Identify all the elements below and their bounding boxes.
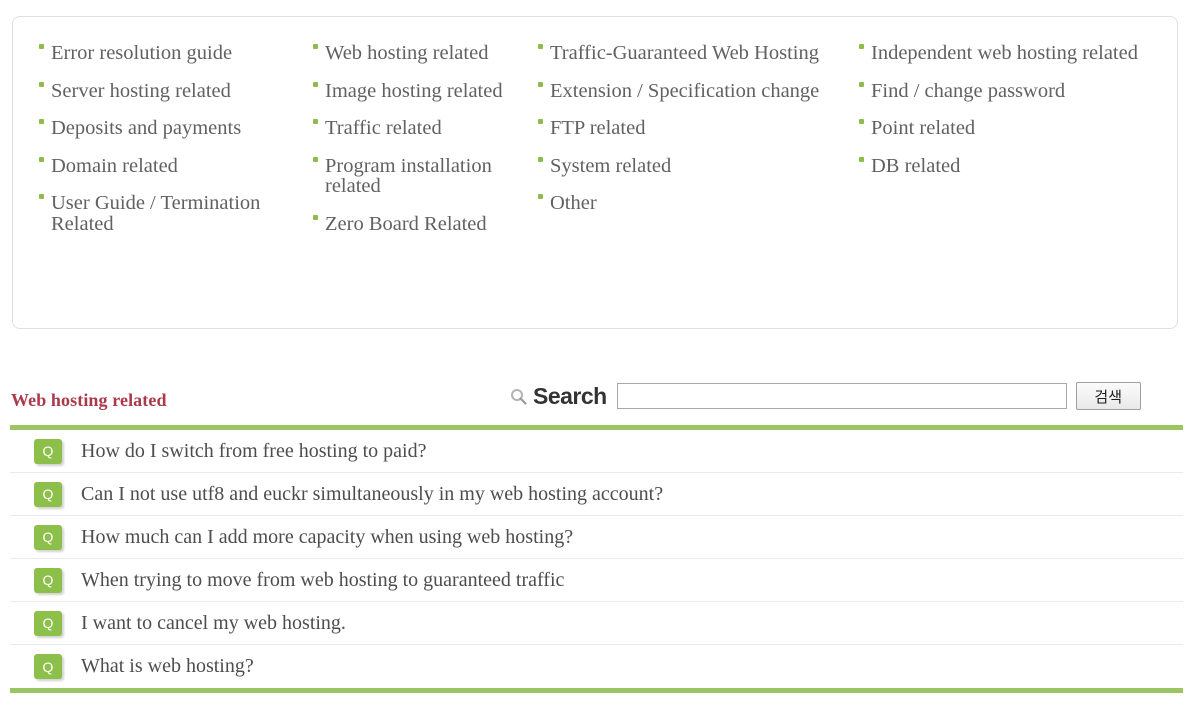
category-link-independent-web-hosting-related[interactable]: Independent web hosting related (859, 43, 1159, 64)
category-label: Independent web hosting related (871, 42, 1138, 64)
category-link-domain-related[interactable]: Domain related (39, 154, 307, 177)
search-input[interactable] (616, 383, 1067, 409)
category-label: FTP related (550, 117, 646, 139)
category-label: Extension / Specification change (550, 79, 820, 102)
faq-question-link[interactable]: I want to cancel my web hosting. (81, 612, 346, 635)
category-grid: Error resolution guide Server hosting re… (13, 17, 1177, 328)
category-panel: Error resolution guide Server hosting re… (12, 16, 1178, 329)
category-link-user-guide-termination-related[interactable]: User Guide / Termination Related (39, 193, 307, 234)
bullet-icon (39, 81, 44, 87)
bullet-icon (859, 156, 864, 162)
category-link-system-related[interactable]: System related (538, 154, 858, 177)
list-item[interactable]: Q Can I not use utf8 and euckr simultane… (10, 473, 1183, 516)
category-label: Domain related (51, 154, 178, 177)
category-column-1: Error resolution guide Server hosting re… (39, 43, 307, 251)
category-label: Point related (871, 117, 976, 139)
category-label: Find / change password (871, 79, 1066, 102)
list-item[interactable]: Q What is web hosting? (10, 645, 1183, 688)
search-submit-button[interactable]: 검색 (1075, 382, 1141, 410)
search-icon (510, 388, 527, 405)
category-link-traffic-guaranteed-web-hosting[interactable]: Traffic-Guaranteed Web Hosting (538, 43, 858, 64)
category-label: Traffic-Guaranteed Web Hosting (550, 42, 819, 64)
bullet-icon (538, 81, 543, 87)
bullet-icon (859, 119, 864, 124)
section-heading-row: Web hosting related Search 검색 (10, 380, 1183, 425)
question-badge-icon: Q (34, 610, 62, 636)
category-label: Zero Board Related (325, 212, 487, 235)
bullet-icon (313, 44, 318, 49)
bullet-icon (39, 194, 44, 199)
search-label: Search (533, 382, 607, 409)
category-link-extension-specification-change[interactable]: Extension / Specification change (538, 79, 858, 102)
page-title: Web hosting related (11, 390, 167, 410)
bullet-icon (313, 119, 318, 124)
category-label: Traffic related (325, 117, 442, 139)
category-link-zero-board-related[interactable]: Zero Board Related (313, 212, 535, 235)
category-link-db-related[interactable]: DB related (859, 154, 1159, 177)
category-link-other[interactable]: Other (538, 193, 858, 214)
category-label: Other (550, 192, 597, 214)
bullet-icon (39, 119, 44, 124)
category-label: DB related (871, 154, 961, 177)
category-label: System related (550, 154, 672, 177)
category-link-image-hosting-related[interactable]: Image hosting related (313, 79, 535, 102)
category-link-traffic-related[interactable]: Traffic related (313, 118, 535, 139)
faq-list: Q How do I switch from free hosting to p… (10, 425, 1183, 693)
category-link-point-related[interactable]: Point related (859, 118, 1159, 139)
question-badge-icon: Q (34, 438, 62, 464)
category-label: Program installation related (325, 154, 492, 197)
faq-question-link[interactable]: Can I not use utf8 and euckr simultaneou… (81, 483, 663, 506)
category-label: Server hosting related (51, 79, 231, 102)
faq-question-link[interactable]: When trying to move from web hosting to … (81, 569, 564, 592)
bullet-icon (313, 81, 318, 87)
category-link-find-change-password[interactable]: Find / change password (859, 79, 1159, 102)
list-item[interactable]: Q How much can I add more capacity when … (10, 516, 1183, 559)
question-badge-icon: Q (34, 524, 62, 550)
category-column-3: Traffic-Guaranteed Web Hosting Extension… (538, 43, 858, 231)
list-item[interactable]: Q I want to cancel my web hosting. (10, 602, 1183, 645)
category-link-error-resolution-guide[interactable]: Error resolution guide (39, 43, 307, 64)
bullet-icon (538, 156, 543, 162)
list-item[interactable]: Q When trying to move from web hosting t… (10, 559, 1183, 602)
category-link-program-installation-related[interactable]: Program installation related (313, 154, 535, 197)
list-item[interactable]: Q How do I switch from free hosting to p… (10, 430, 1183, 473)
bullet-icon (313, 156, 318, 162)
bullet-icon (39, 44, 44, 49)
search-area: Search 검색 (510, 382, 1141, 410)
category-label: Web hosting related (325, 42, 489, 64)
category-label: User Guide / Termination Related (51, 192, 261, 235)
bullet-icon (859, 44, 864, 49)
faq-question-link[interactable]: How do I switch from free hosting to pai… (81, 440, 426, 463)
bullet-icon (39, 156, 44, 162)
category-link-server-hosting-related[interactable]: Server hosting related (39, 79, 307, 102)
bullet-icon (859, 81, 864, 87)
category-link-ftp-related[interactable]: FTP related (538, 118, 858, 139)
bullet-icon (538, 194, 543, 199)
question-badge-icon: Q (34, 654, 62, 679)
faq-section: Web hosting related Search 검색 Q How do I… (10, 380, 1183, 693)
bullet-icon (313, 214, 318, 220)
bullet-icon (538, 119, 543, 124)
category-link-deposits-and-payments[interactable]: Deposits and payments (39, 118, 307, 139)
category-column-4: Independent web hosting related Find / c… (859, 43, 1159, 193)
category-link-web-hosting-related[interactable]: Web hosting related (313, 43, 535, 64)
category-label: Image hosting related (325, 79, 503, 102)
category-column-2: Web hosting related Image hosting relate… (313, 43, 535, 251)
question-badge-icon: Q (34, 481, 62, 507)
category-label: Error resolution guide (51, 42, 233, 64)
bullet-icon (538, 44, 543, 49)
faq-question-link[interactable]: How much can I add more capacity when us… (81, 526, 573, 549)
question-badge-icon: Q (34, 567, 62, 593)
category-label: Deposits and payments (51, 117, 242, 139)
faq-question-link[interactable]: What is web hosting? (81, 655, 254, 678)
